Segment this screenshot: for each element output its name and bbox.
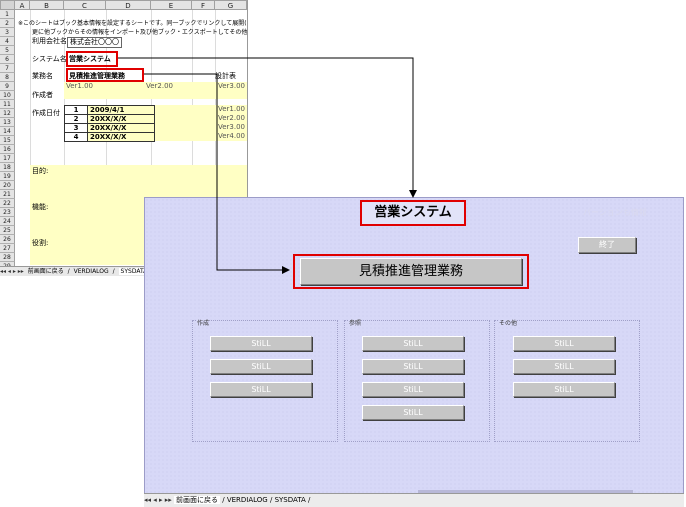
arrow-business-to-button — [144, 73, 290, 274]
connector-arrows — [118, 57, 417, 274]
arrow-system-to-title — [118, 57, 417, 198]
